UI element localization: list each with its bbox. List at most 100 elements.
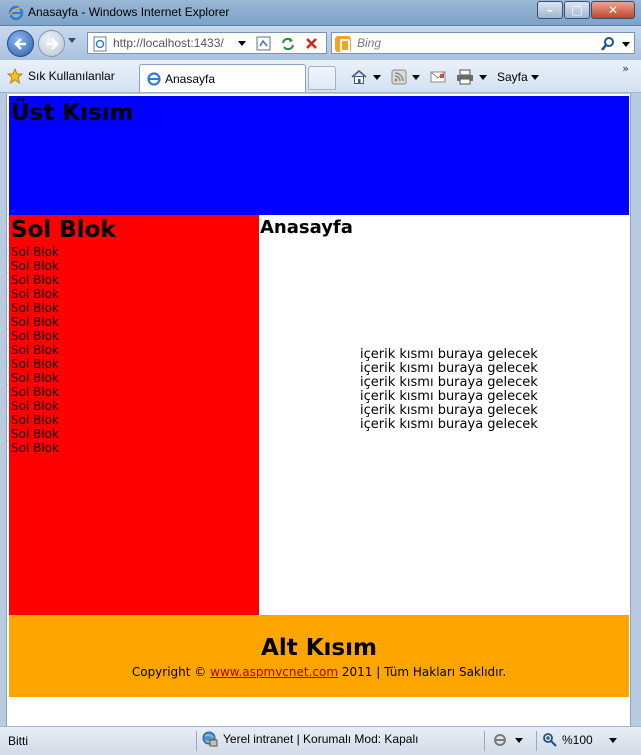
intranet-globe-icon [202,731,218,747]
ie-logo-icon [8,5,24,21]
page-footer: Alt Kısım Copyright © www.aspmvcnet.com … [9,615,629,697]
security-zone-label: Yerel intranet | Korumalı Mod: Kapalı [223,732,419,746]
content-line: içerik kısmı buraya gelecek [360,375,538,390]
more-commands-icon[interactable]: » [622,62,629,75]
print-button[interactable] [456,69,487,85]
search-input[interactable]: Bing [357,36,381,50]
page-icon [93,36,107,52]
page-header: Üst Kısım [9,96,629,215]
feeds-dropdown-icon[interactable] [412,74,420,80]
page-menu-label: Sayfa [497,70,528,84]
command-bar: Sayfa [350,66,549,88]
navigation-bar: http://localhost:1433/ Bing [0,26,641,60]
maximize-button[interactable]: □ [564,1,590,19]
security-zone[interactable]: Yerel intranet | Korumalı Mod: Kapalı [202,731,418,747]
new-tab-button[interactable] [308,66,336,90]
minimize-button[interactable]: – [537,1,563,19]
content-line: içerik kısmı buraya gelecek [360,361,538,376]
address-bar[interactable]: http://localhost:1433/ [87,32,327,54]
favorites-label: Sık Kullanılanlar [28,69,115,83]
home-dropdown-icon[interactable] [373,74,381,80]
ie-page-icon [147,72,161,86]
star-icon [7,68,23,84]
sidebar-item: Sol Blok [11,273,59,287]
addons-dropdown-icon [515,737,523,743]
back-button[interactable] [7,30,34,57]
content-line: içerik kısmı buraya gelecek [360,403,538,418]
status-divider [196,731,197,751]
window-border [631,94,641,726]
sidebar-title: Sol Blok [11,217,116,243]
sidebar-item: Sol Blok [11,301,59,315]
zoom-level: %100 [562,733,593,747]
search-box[interactable]: Bing [331,32,635,54]
tab-label: Anasayfa [165,72,216,86]
header-title: Üst Kısım [11,100,134,126]
content-lines: içerik kısmı buraya gelecek içerik kısmı… [360,348,538,432]
zoom-control[interactable]: %100 [542,732,617,748]
addons-button[interactable] [492,732,523,748]
title-bar: Anasayfa - Windows Internet Explorer – □… [0,0,641,26]
sidebar-item: Sol Blok [11,245,59,259]
sidebar-item: Sol Blok [11,287,59,301]
status-bar: Bitti Yerel intranet | Korumalı Mod: Kap… [0,726,641,755]
bing-logo-icon [335,36,351,52]
address-text[interactable]: http://localhost:1433/ [113,36,224,50]
minimize-icon: – [547,3,553,17]
window-title: Anasayfa - Windows Internet Explorer [28,5,230,19]
compatibility-view-icon[interactable] [254,35,274,53]
address-dropdown[interactable] [238,41,246,46]
main-content: Anasayfa içerik kısmı buraya gelecek içe… [259,215,629,615]
recent-pages-dropdown[interactable] [68,38,76,43]
page-viewport: Üst Kısım Sol Blok Sol Blok Sol Blok Sol… [6,94,631,726]
status-text: Bitti [8,734,29,748]
sidebar-item: Sol Blok [11,315,59,329]
mail-button[interactable] [430,70,446,84]
stop-icon[interactable] [302,35,322,53]
content-line: içerik kısmı buraya gelecek [360,347,538,362]
copyright-text: Copyright © www.aspmvcnet.com 2011 | Tüm… [9,665,629,679]
feeds-button[interactable] [391,69,420,85]
forward-button[interactable] [38,30,65,57]
copyright-link[interactable]: www.aspmvcnet.com [210,665,338,679]
content-line: içerik kısmı buraya gelecek [360,389,538,404]
refresh-icon[interactable] [278,35,298,53]
sidebar-item: Sol Blok [11,413,59,427]
copyright-suffix: 2011 | Tüm Hakları Saklıdır. [341,665,507,679]
home-button[interactable] [350,69,381,85]
sidebar-item: Sol Blok [11,371,59,385]
sidebar-item: Sol Blok [11,343,59,357]
chevron-down-icon [530,74,539,80]
favorites-bar: Sık Kullanılanlar Anasayfa Sayfa » [0,60,641,93]
sidebar-list: Sol Blok Sol Blok Sol Blok Sol Blok Sol … [11,245,59,455]
sidebar-item: Sol Blok [11,441,59,455]
search-icon[interactable] [600,36,616,52]
sidebar-item: Sol Blok [11,427,59,441]
home-icon [351,69,367,84]
sidebar: Sol Blok Sol Blok Sol Blok Sol Blok Sol … [9,215,259,615]
zoom-icon [543,733,557,747]
zoom-dropdown-icon [608,737,617,743]
tab-anasayfa[interactable]: Anasayfa [139,64,306,92]
copyright-prefix: Copyright © [131,665,207,679]
search-options-dropdown[interactable] [622,42,630,47]
sidebar-item: Sol Blok [11,329,59,343]
sidebar-item: Sol Blok [11,357,59,371]
popup-blocker-icon [494,734,506,746]
page-menu-button[interactable]: Sayfa [497,70,539,84]
print-dropdown-icon[interactable] [479,74,487,80]
status-divider [536,731,537,751]
printer-icon [457,69,473,85]
main-title: Anasayfa [260,217,353,238]
mail-icon [430,71,446,83]
back-arrow-icon [14,38,26,50]
status-divider [484,731,485,751]
close-window-button[interactable]: ✕ [591,1,635,19]
sidebar-item: Sol Blok [11,259,59,273]
footer-title: Alt Kısım [261,635,377,661]
favorites-button[interactable]: Sık Kullanılanlar [7,65,115,87]
sidebar-item: Sol Blok [11,399,59,413]
close-icon: ✕ [607,3,619,17]
content-line: içerik kısmı buraya gelecek [360,417,538,432]
rss-feed-icon [391,69,407,85]
